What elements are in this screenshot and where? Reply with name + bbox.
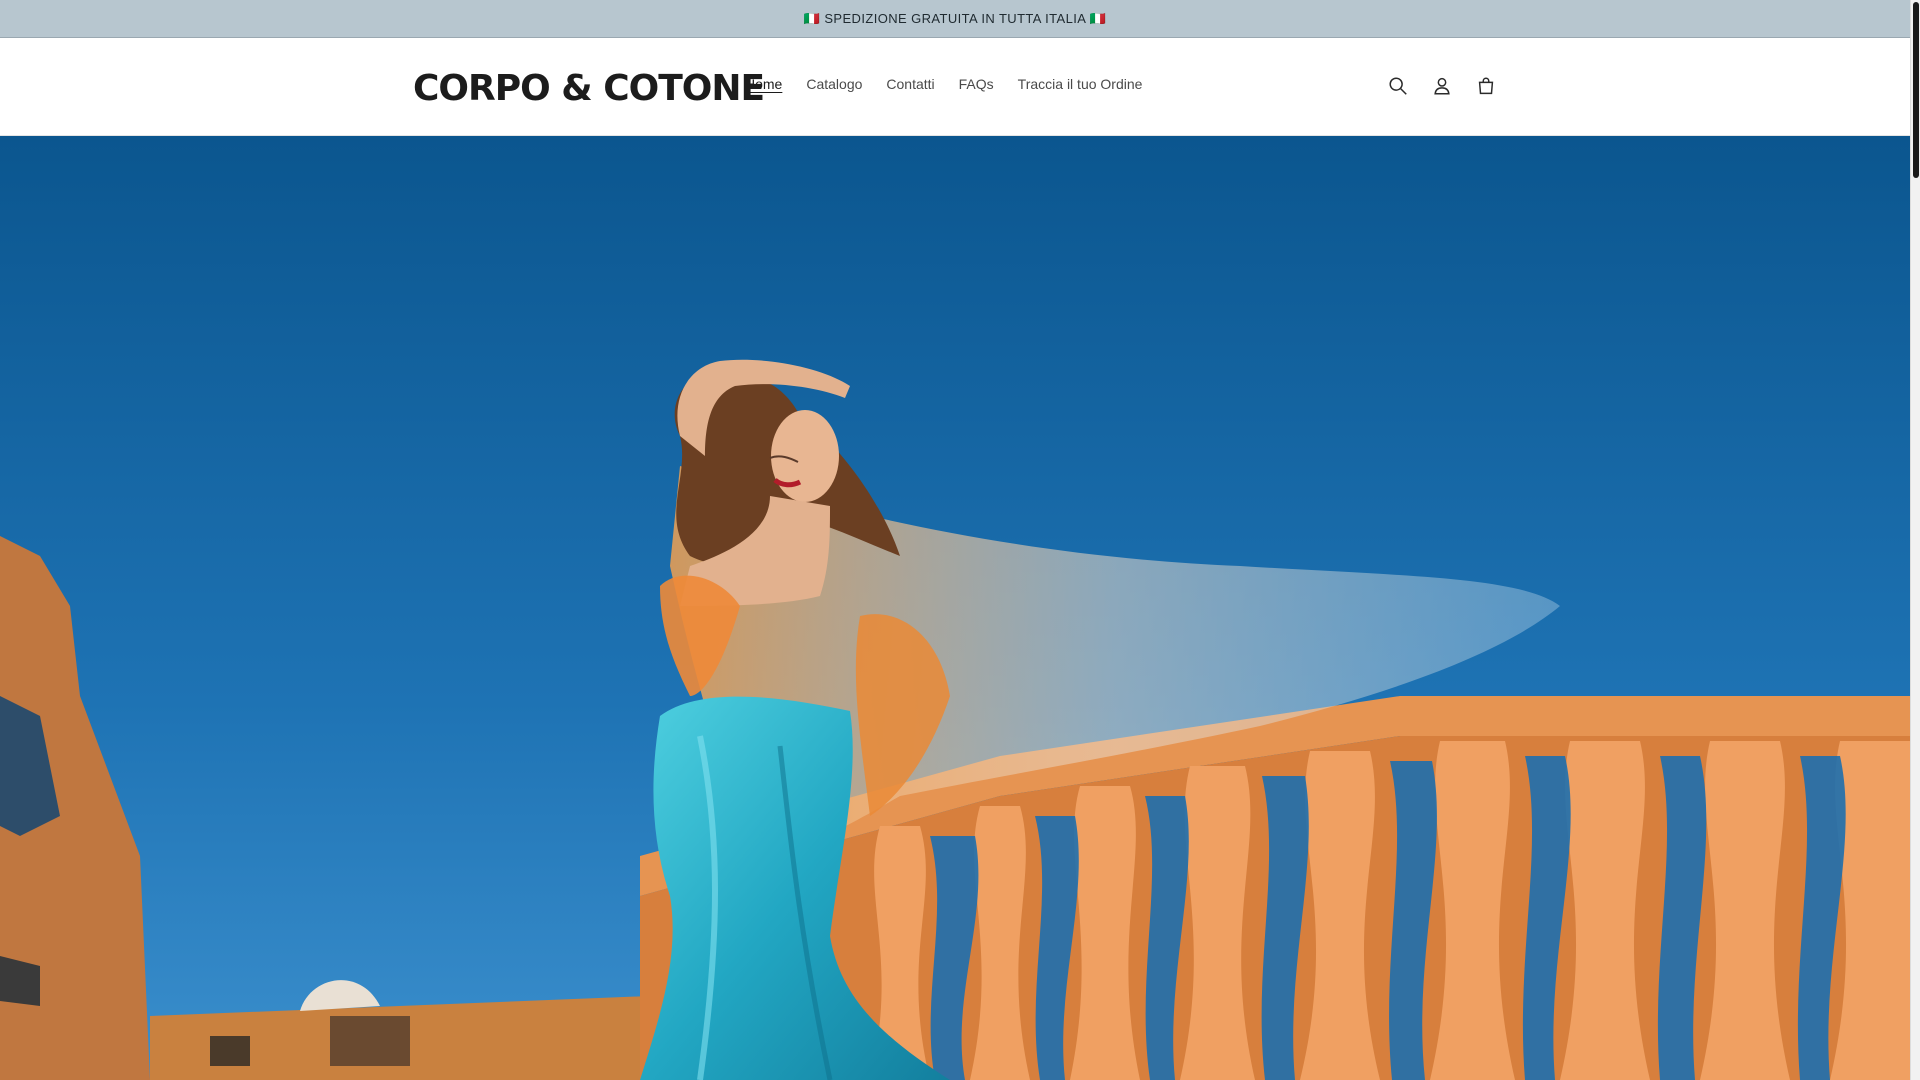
nav-item-faqs[interactable]: FAQs [947, 76, 1006, 92]
store-logo[interactable]: CORPO & COTONE [413, 68, 765, 109]
page-scrollbar[interactable] [1910, 0, 1920, 1080]
account-icon [1434, 77, 1450, 95]
nav-item-home[interactable]: Home [733, 76, 794, 92]
cart-button[interactable] [1468, 68, 1504, 104]
announcement-bar: 🇮🇹 SPEDIZIONE GRATUITA IN TUTTA ITALIA 🇮… [0, 0, 1910, 38]
page: 🇮🇹 SPEDIZIONE GRATUITA IN TUTTA ITALIA 🇮… [0, 0, 1910, 1080]
header-icons [1380, 68, 1504, 104]
account-button[interactable] [1424, 68, 1460, 104]
nav-item-contatti[interactable]: Contatti [874, 76, 946, 92]
hero-banner[interactable] [0, 136, 1910, 1080]
hero-image [0, 136, 1910, 1080]
site-header: CORPO & COTONE Home Catalogo Contatti FA… [0, 38, 1910, 136]
scrollbar-thumb[interactable] [1913, 2, 1919, 178]
search-icon [1389, 77, 1407, 95]
nav-item-catalogo[interactable]: Catalogo [794, 76, 874, 92]
search-button[interactable] [1380, 68, 1416, 104]
nav-item-traccia-ordine[interactable]: Traccia il tuo Ordine [1006, 76, 1155, 92]
announcement-text: 🇮🇹 SPEDIZIONE GRATUITA IN TUTTA ITALIA 🇮… [803, 10, 1107, 26]
cart-icon [1478, 77, 1494, 95]
main-nav: Home Catalogo Contatti FAQs Traccia il t… [733, 76, 1154, 92]
